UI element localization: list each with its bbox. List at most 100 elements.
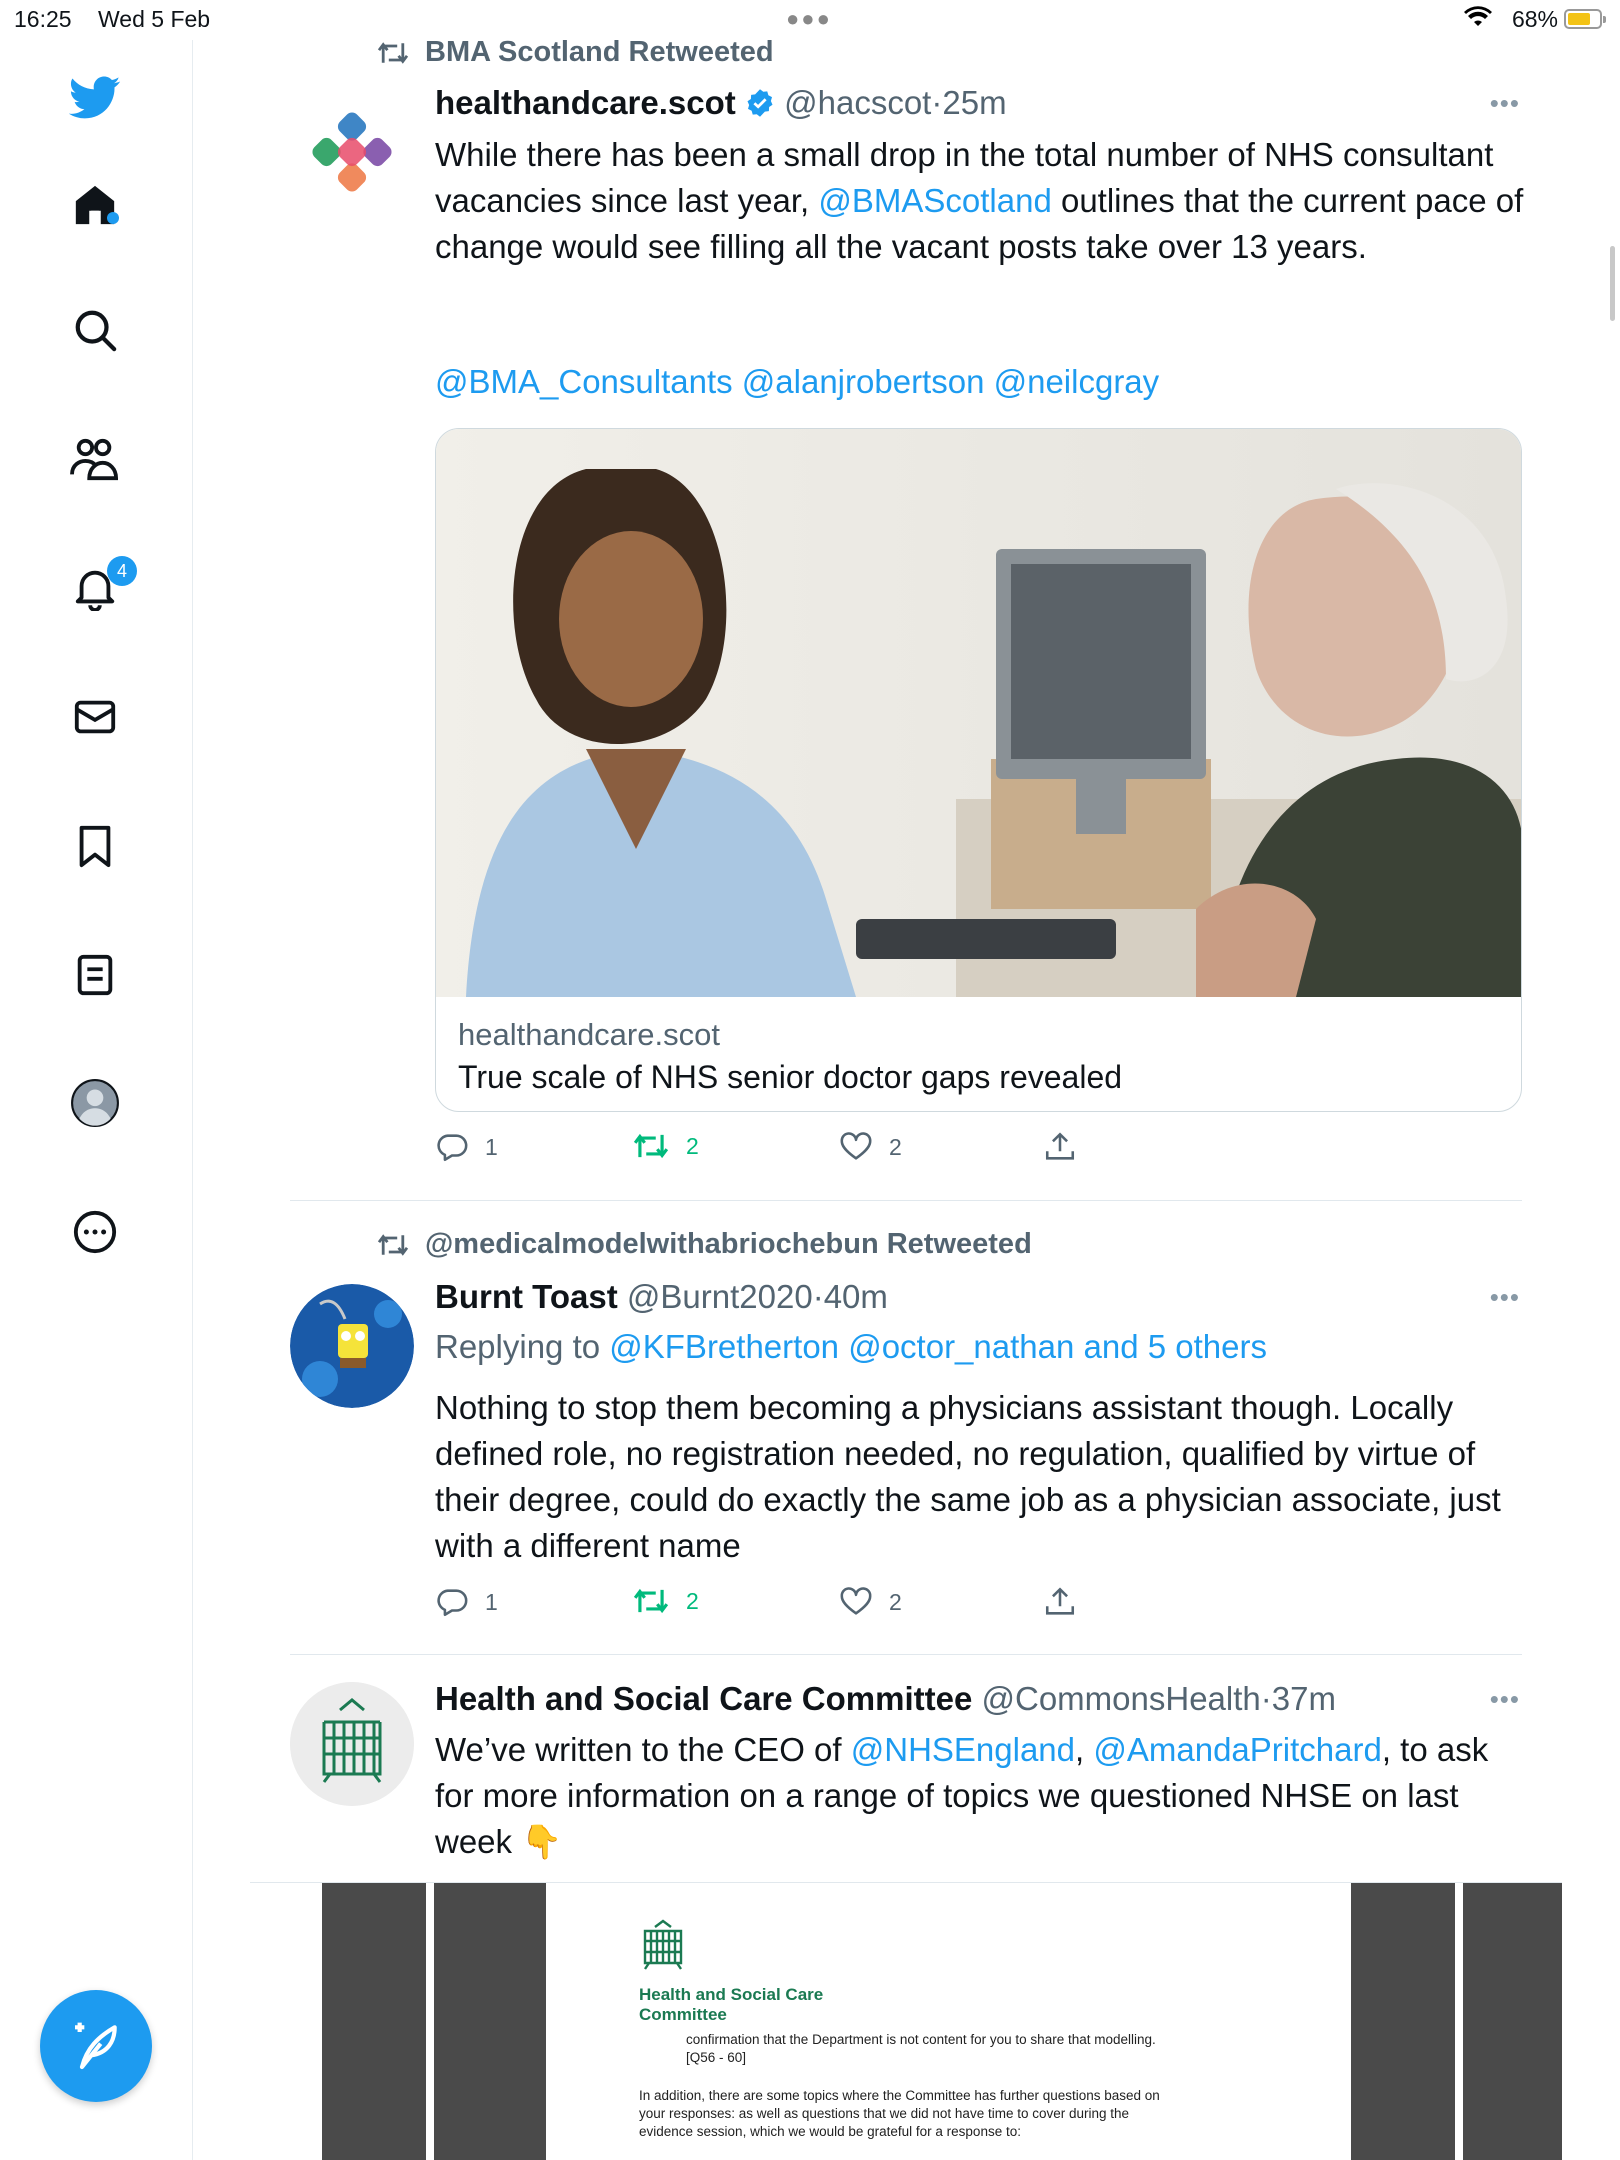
mention-link[interactable]: @NHSEngland (851, 1731, 1075, 1768)
tweet-actions: 1 2 2 (435, 1585, 1335, 1625)
image-background-band (434, 1883, 546, 2160)
author-name[interactable]: Health and Social Care Committee (435, 1680, 972, 1717)
image-background-band (1351, 1883, 1455, 2160)
point-down-emoji: 👇 (521, 1823, 563, 1860)
like-count: 2 (889, 1588, 902, 1615)
home-icon[interactable] (63, 173, 127, 237)
document-line: In addition, there are some topics where… (639, 2088, 1160, 2103)
avatar[interactable] (290, 90, 414, 214)
share-icon (1045, 1132, 1075, 1160)
mention-link[interactable]: @AmandaPritchard (1093, 1731, 1381, 1768)
document-line: confirmation that the Department is not … (686, 2032, 1156, 2047)
tweet-divider (290, 1200, 1522, 1201)
author-handle[interactable]: @hacscot (784, 84, 931, 121)
mention-link[interactable]: @BMAScotland (818, 182, 1051, 219)
more-icon[interactable] (63, 1200, 127, 1264)
document-org-name: Health and Social Care Committee (639, 1985, 879, 2025)
tweet-text-part: We’ve written to the CEO of (435, 1731, 851, 1768)
search-icon[interactable] (63, 298, 127, 362)
retweet-icon (633, 1588, 669, 1614)
document-line: [Q56 - 60] (686, 2050, 747, 2065)
mentions-links[interactable]: @BMA_Consultants @alanjrobertson @neilcg… (435, 363, 1159, 400)
tweet-header: Health and Social Care Committee @Common… (435, 1680, 1336, 1718)
retweet-icon (633, 1133, 669, 1159)
retweeted-by: BMA Scotland Retweeted (425, 36, 774, 68)
author-handle[interactable]: @Burnt2020 (627, 1278, 813, 1315)
status-date: Wed 5 Feb (98, 6, 211, 32)
tweet-time[interactable]: 25m (942, 84, 1006, 121)
scrollbar[interactable] (1610, 246, 1615, 321)
tweet[interactable]: Health and Social Care Committee @Common… (290, 1680, 1520, 1880)
twitter-bird-icon[interactable] (63, 66, 127, 130)
retweet-icon (377, 1233, 409, 1256)
communities-icon[interactable] (63, 427, 127, 491)
document-org-line: Committee (639, 2005, 727, 2024)
author-handle[interactable]: @CommonsHealth (982, 1680, 1261, 1717)
retweet-count: 2 (686, 1132, 699, 1159)
portcullis-logo-icon (643, 1919, 683, 1970)
retweet-count: 2 (686, 1587, 699, 1614)
like-button[interactable]: 2 (839, 1130, 902, 1164)
image-background-band (1463, 1883, 1562, 2160)
more-options-icon[interactable]: ••• (1490, 1684, 1520, 1715)
share-button[interactable] (1043, 1585, 1077, 1619)
reply-button[interactable]: 1 (435, 1585, 498, 1619)
document-page: Health and Social Care Committee confirm… (546, 1883, 1351, 2160)
reply-icon (437, 1589, 468, 1617)
document-org-line: Health and Social Care (639, 1985, 824, 2004)
profile-icon[interactable] (63, 1071, 127, 1135)
tweet-text-part: , (1075, 1731, 1094, 1768)
retweet-context: BMA Scotland Retweeted (375, 36, 774, 69)
share-icon (1045, 1587, 1075, 1615)
like-count: 2 (889, 1133, 902, 1160)
retweet-button[interactable]: 2 (632, 1585, 699, 1617)
multitasking-dots-icon[interactable]: ●●● (786, 6, 832, 32)
separator: · (812, 1278, 824, 1315)
home-unread-dot (107, 212, 119, 224)
retweet-button[interactable]: 2 (632, 1130, 699, 1162)
card-title: True scale of NHS senior doctor gaps rev… (458, 1059, 1123, 1095)
image-background-band (322, 1883, 426, 2160)
avatar[interactable] (290, 1682, 414, 1806)
separator: · (1260, 1680, 1272, 1717)
tweet-text: Nothing to stop them becoming a physicia… (435, 1389, 1501, 1564)
notifications-badge: 4 (107, 556, 137, 586)
tweet-header: healthandcare.scot @hacscot·25m (435, 84, 1007, 122)
battery-icon (1564, 9, 1606, 29)
share-button[interactable] (1043, 1130, 1077, 1164)
status-time: 16:25 (14, 6, 72, 32)
lists-icon[interactable] (63, 943, 127, 1007)
card-domain: healthandcare.scot (458, 1017, 720, 1052)
tweet-actions: 1 2 2 (435, 1130, 1335, 1170)
replying-to-links[interactable]: @KFBretherton @octor_nathan and 5 others (609, 1328, 1267, 1365)
retweet-context: @medicalmodelwithabriochebun Retweeted (375, 1228, 1032, 1261)
tweet-header: Burnt Toast @Burnt2020·40m (435, 1278, 888, 1316)
verified-badge-icon (745, 84, 775, 121)
battery-percent: 68% (1511, 6, 1558, 32)
more-options-icon[interactable]: ••• (1490, 1282, 1520, 1313)
more-options-icon[interactable]: ••• (1490, 88, 1520, 119)
avatar[interactable] (290, 1284, 414, 1408)
bookmark-icon[interactable] (63, 814, 127, 878)
feather-plus-icon (75, 2022, 117, 2070)
retweeted-by: @medicalmodelwithabriochebun Retweeted (425, 1228, 1032, 1260)
tweet-time[interactable]: 37m (1272, 1680, 1336, 1717)
like-button[interactable]: 2 (839, 1585, 902, 1619)
reply-button[interactable]: 1 (435, 1130, 498, 1164)
compose-tweet-button[interactable] (40, 1990, 152, 2102)
tweet-media-image[interactable]: Health and Social Care Committee confirm… (250, 1882, 1562, 2160)
link-card[interactable]: healthandcare.scot True scale of NHS sen… (435, 428, 1522, 1112)
mentions-line: @BMA_Consultants @alanjrobertson @neilcg… (435, 359, 1525, 405)
tweet-time[interactable]: 40m (824, 1278, 888, 1315)
reply-icon (437, 1134, 468, 1162)
author-name[interactable]: Burnt Toast (435, 1278, 618, 1315)
tweet-text: While there has been a small drop in the… (435, 132, 1525, 270)
link-card-image (436, 429, 1521, 997)
heart-icon (840, 1587, 872, 1615)
mail-icon[interactable] (63, 685, 127, 749)
author-name[interactable]: healthandcare.scot (435, 84, 736, 121)
tweet-text: We’ve written to the CEO of @NHSEngland,… (435, 1727, 1525, 1865)
reply-count: 1 (485, 1588, 498, 1615)
wifi-icon (1464, 6, 1492, 34)
sidebar: 4 (0, 40, 193, 2160)
